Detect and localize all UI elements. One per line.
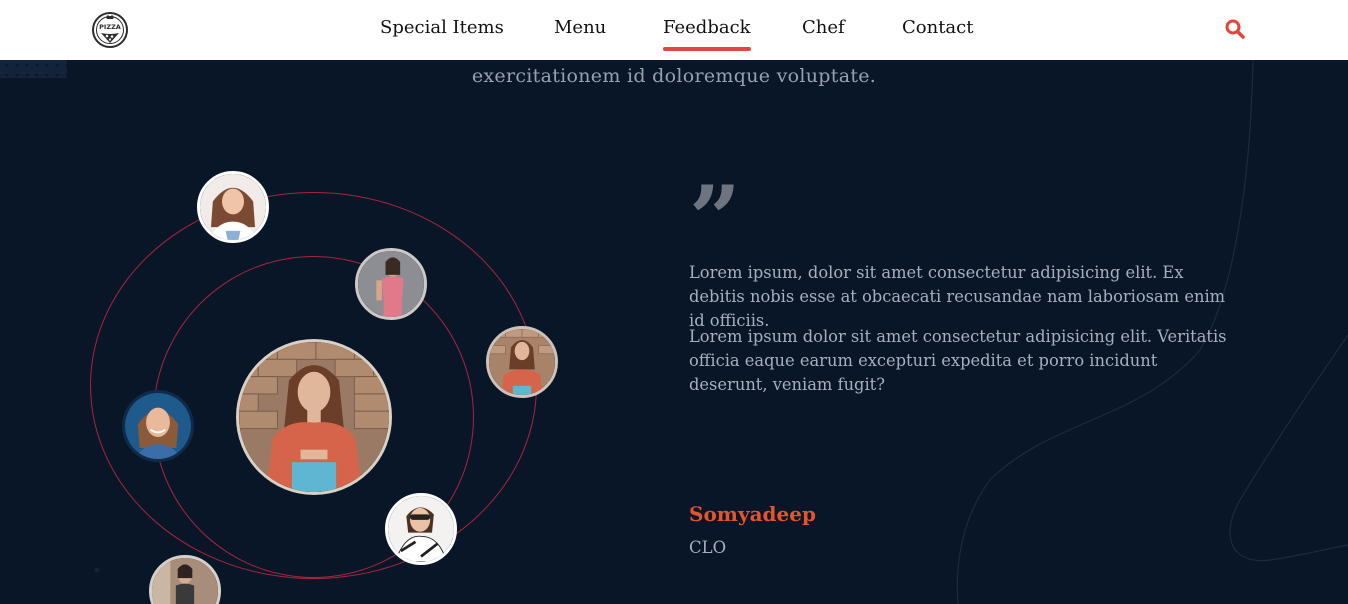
avatar-customer-5[interactable] bbox=[385, 493, 457, 565]
avatar-customer-4-image bbox=[125, 393, 191, 459]
testimonial-paragraph-1: Lorem ipsum, dolor sit amet consectetur … bbox=[689, 263, 1226, 330]
testimonial-author-role: CLO bbox=[689, 538, 727, 557]
avatar-featured-image bbox=[239, 342, 389, 492]
header: PIZZA Special Items Menu Feedback Chef C… bbox=[0, 0, 1348, 60]
avatar-customer-1[interactable] bbox=[197, 171, 269, 243]
avatar-customer-6-image bbox=[152, 558, 218, 604]
nav-contact[interactable]: Contact bbox=[902, 17, 973, 38]
avatar-customer-5-image bbox=[388, 496, 454, 562]
avatar-customer-2[interactable] bbox=[355, 248, 427, 320]
avatar-customer-3[interactable] bbox=[486, 326, 558, 398]
search-button[interactable] bbox=[1224, 18, 1246, 40]
nav-chef[interactable]: Chef bbox=[802, 17, 845, 38]
nav-feedback[interactable]: Feedback bbox=[663, 17, 751, 51]
avatar-customer-1-image bbox=[200, 174, 266, 240]
nav-special-items[interactable]: Special Items bbox=[380, 17, 504, 38]
avatar-customer-2-image bbox=[358, 251, 424, 317]
avatar-customer-3-image bbox=[489, 329, 555, 395]
avatar-customer-4[interactable] bbox=[122, 390, 194, 462]
quote-mark-icon: ” bbox=[689, 166, 741, 272]
avatar-featured[interactable] bbox=[236, 339, 392, 495]
avatar-customer-6[interactable] bbox=[149, 555, 221, 604]
testimonial-paragraph-2: Lorem ipsum dolor sit amet consectetur a… bbox=[689, 327, 1227, 394]
nav-menu[interactable]: Menu bbox=[554, 17, 606, 38]
main-nav: Special Items Menu Feedback Chef Contact bbox=[0, 0, 1348, 60]
testimonial-orbit bbox=[0, 0, 640, 604]
search-icon bbox=[1225, 19, 1245, 39]
testimonial-author-name: Somyadeep bbox=[689, 502, 816, 526]
